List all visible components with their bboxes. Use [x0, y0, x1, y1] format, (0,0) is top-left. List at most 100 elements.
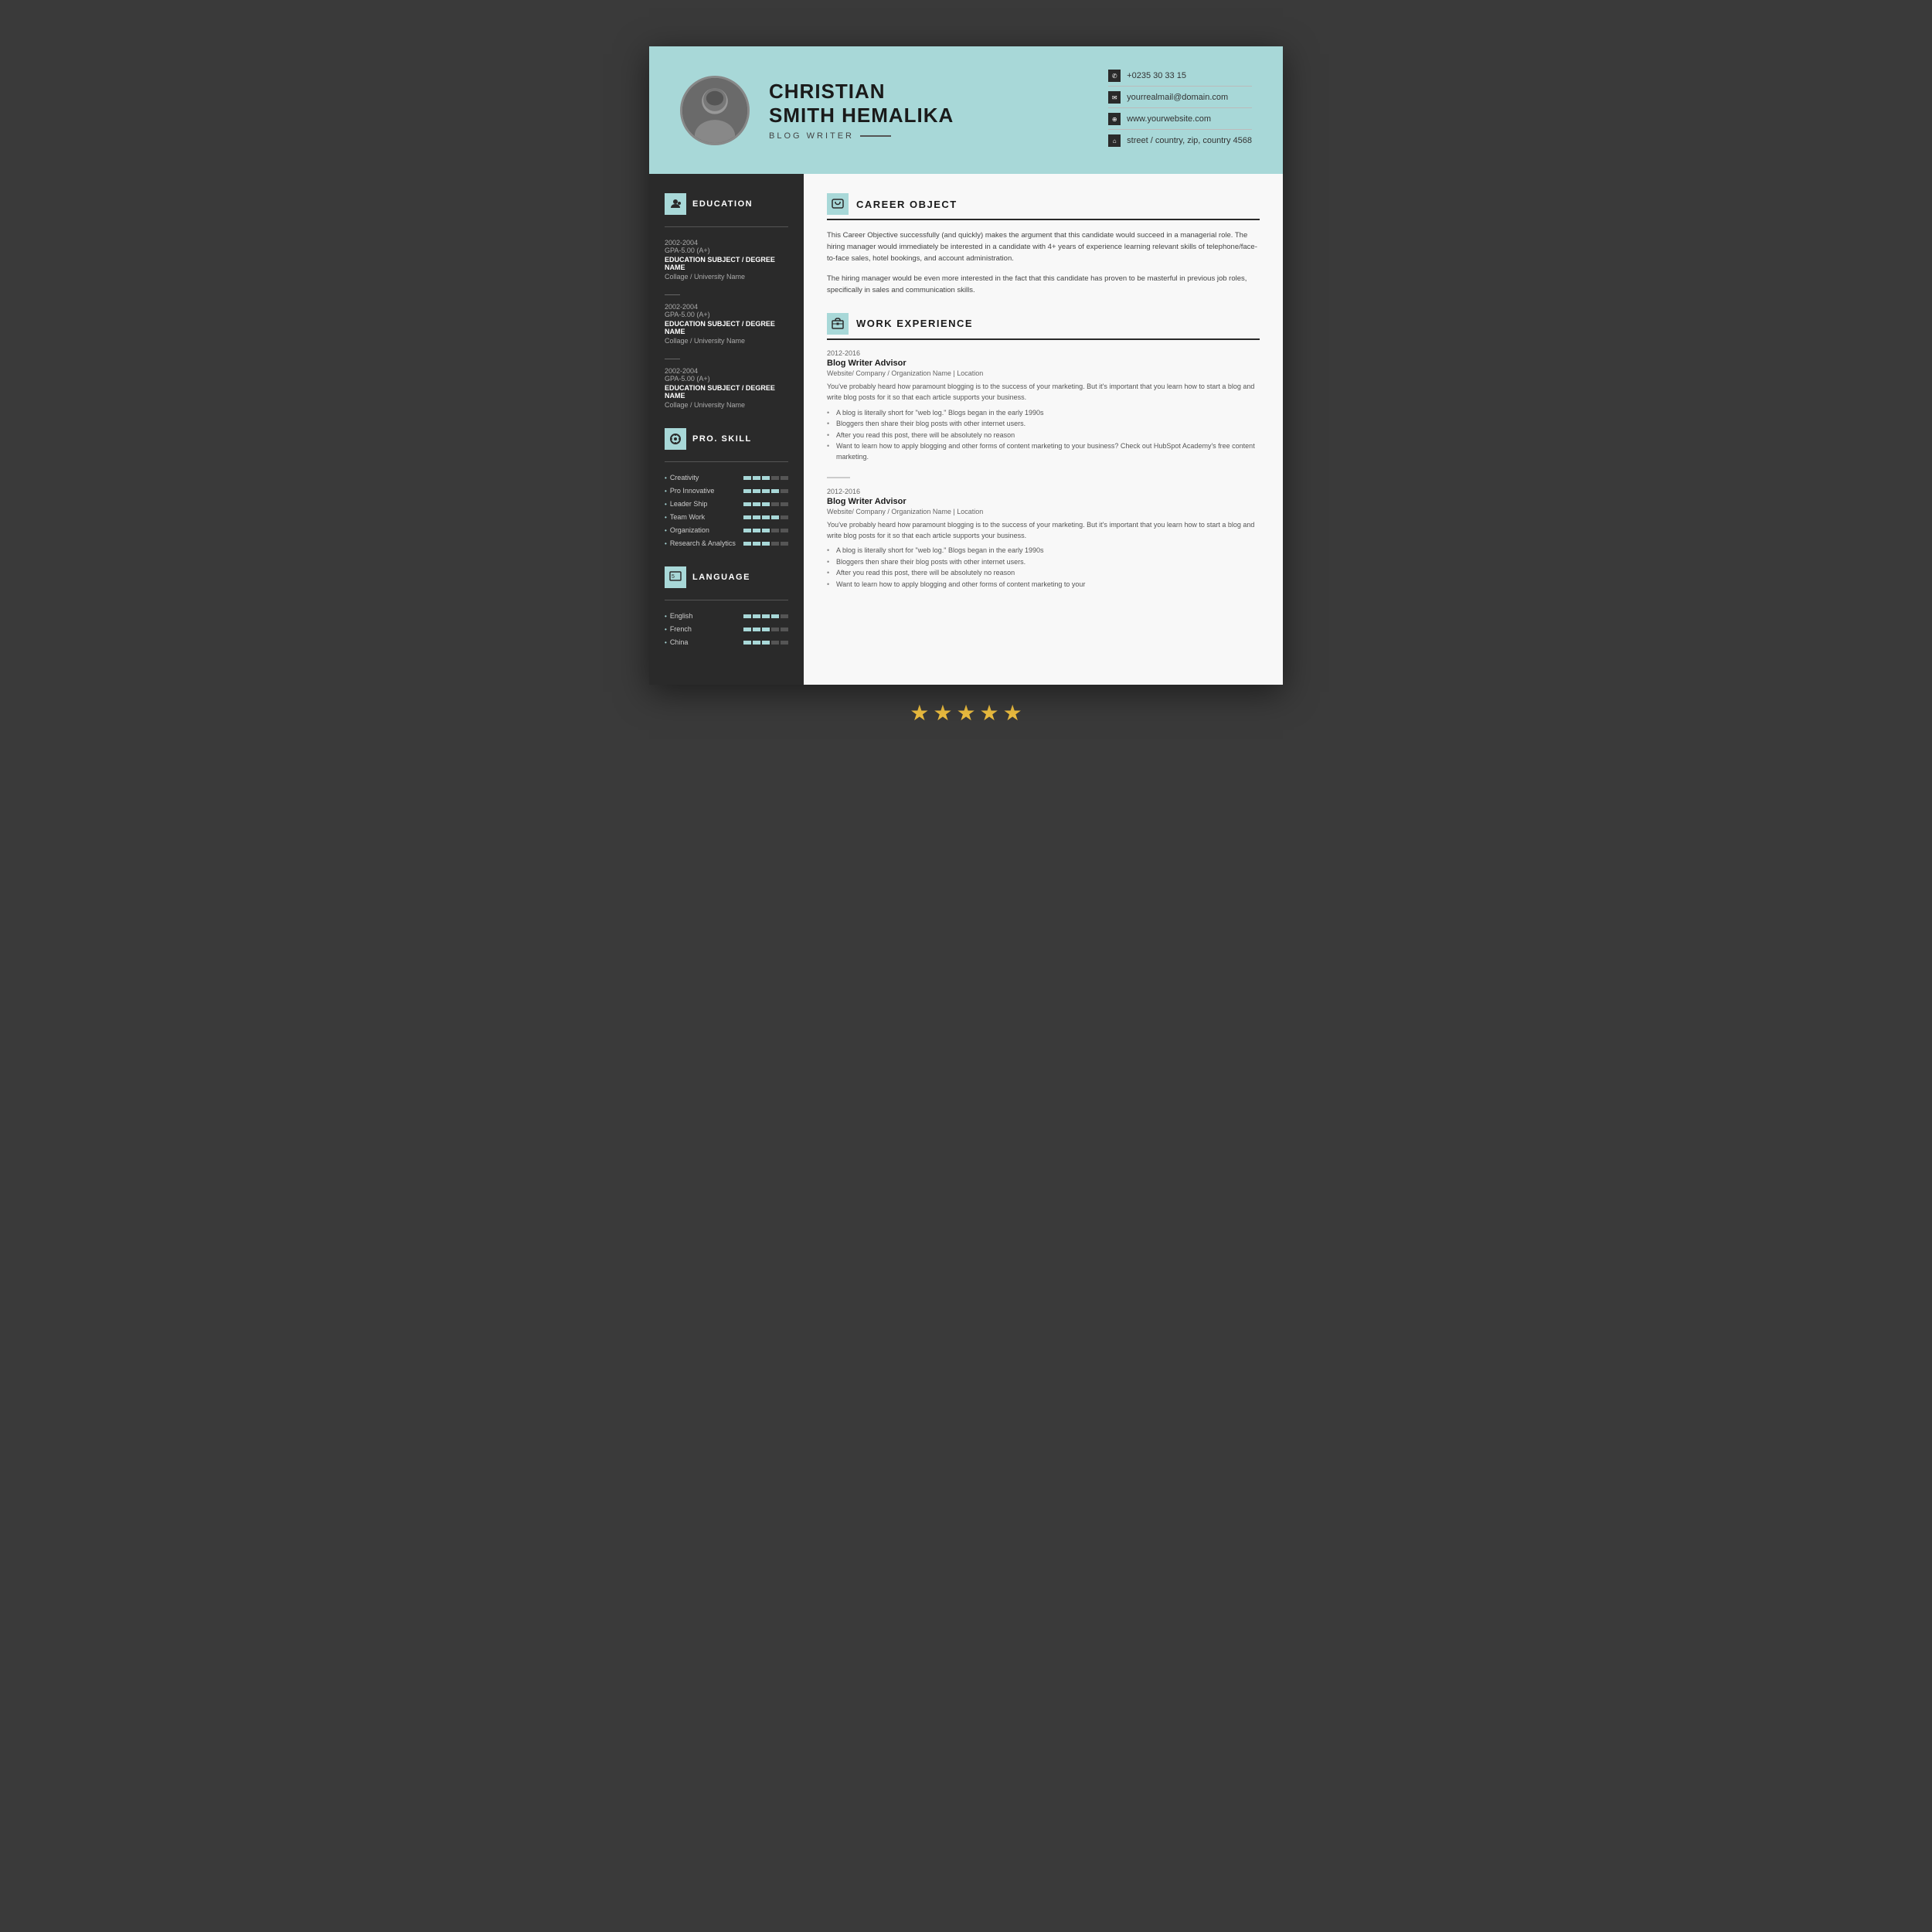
- edu-subject-2: EDUCATION SUBJECT / DEGREE NAME: [665, 320, 788, 335]
- star-5: ★: [1003, 700, 1022, 726]
- work-item-2: 2012-2016 Blog Writer Advisor Website/ C…: [827, 488, 1260, 590]
- skill-research-bar: [743, 542, 788, 546]
- language-icon: 5: [665, 566, 686, 588]
- skill-creativity: • Creativity: [665, 474, 788, 481]
- edu-item-2: 2002-2004 GPA-5.00 (A+) EDUCATION SUBJEC…: [665, 303, 788, 345]
- bullet-1-1: A blog is literally short for "web log."…: [827, 407, 1260, 418]
- language-label: LANGUAGE: [692, 573, 750, 582]
- resume-container: CHRISTIAN SMITH HEMALIKA BLOG WRITER ✆ +…: [649, 46, 1283, 685]
- work-divider: [827, 477, 850, 478]
- skill-teamwork-label: • Team Work: [665, 513, 705, 521]
- work-year-1: 2012-2016: [827, 349, 1260, 357]
- resume-body: EDUCATION 2002-2004 GPA-5.00 (A+) EDUCAT…: [649, 174, 1283, 685]
- skill-innovative-label: • Pro Innovative: [665, 487, 714, 495]
- career-title-row: CAREER OBJECT: [827, 193, 1260, 220]
- edu-subject-1: EDUCATION SUBJECT / DEGREE NAME: [665, 256, 788, 271]
- work-item-1: 2012-2016 Blog Writer Advisor Website/ C…: [827, 349, 1260, 463]
- lang-french-bar: [743, 628, 788, 631]
- work-icon: [827, 313, 849, 335]
- bullet-2-3: After you read this post, there will be …: [827, 567, 1260, 578]
- work-desc-2: You've probably heard how paramount blog…: [827, 519, 1260, 542]
- edu-year-3: 2002-2004: [665, 367, 788, 375]
- skill-divider: [665, 461, 788, 462]
- skill-icon: [665, 428, 686, 450]
- skill-title-row: PRO. SKILL: [665, 428, 788, 450]
- resume-header: CHRISTIAN SMITH HEMALIKA BLOG WRITER ✆ +…: [649, 46, 1283, 174]
- edu-divider: [665, 226, 788, 227]
- skill-leadership-bar: [743, 502, 788, 506]
- career-icon: [827, 193, 849, 215]
- skill-leadership-label: • Leader Ship: [665, 500, 707, 508]
- lang-french-label: • French: [665, 625, 692, 633]
- skill-creativity-bar: [743, 476, 788, 480]
- header-contact: ✆ +0235 30 33 15 ✉ yourrealmail@domain.c…: [1108, 70, 1252, 151]
- lang-english: • English: [665, 612, 788, 620]
- skill-research: • Research & Analytics: [665, 539, 788, 547]
- header-name-section: CHRISTIAN SMITH HEMALIKA BLOG WRITER: [769, 80, 1089, 141]
- star-2: ★: [933, 700, 952, 726]
- skill-organization: • Organization: [665, 526, 788, 534]
- career-label: CAREER OBJECT: [856, 199, 957, 210]
- education-title-row: EDUCATION: [665, 193, 788, 215]
- contact-address: ⌂ street / country, zip, country 4568: [1108, 134, 1252, 151]
- work-company-1: Website/ Company / Organization Name | L…: [827, 369, 1260, 377]
- edu-college-3: Collage / University Name: [665, 401, 788, 409]
- address-icon: ⌂: [1108, 134, 1121, 147]
- contact-website: ⊕ www.yourwebsite.com: [1108, 113, 1252, 130]
- star-3: ★: [956, 700, 975, 726]
- work-desc-1: You've probably heard how paramount blog…: [827, 381, 1260, 403]
- skill-section: PRO. SKILL • Creativity: [665, 428, 788, 547]
- education-section: EDUCATION 2002-2004 GPA-5.00 (A+) EDUCAT…: [665, 193, 788, 409]
- skill-label: PRO. SKILL: [692, 434, 752, 444]
- skill-innovative: • Pro Innovative: [665, 487, 788, 495]
- skill-research-label: • Research & Analytics: [665, 539, 736, 547]
- lang-english-label: • English: [665, 612, 692, 620]
- sidebar: EDUCATION 2002-2004 GPA-5.00 (A+) EDUCAT…: [649, 174, 804, 685]
- skill-organization-label: • Organization: [665, 526, 709, 534]
- star-1: ★: [910, 700, 929, 726]
- language-section: 5 LANGUAGE • English: [665, 566, 788, 646]
- edu-item-3: 2002-2004 GPA-5.00 (A+) EDUCATION SUBJEC…: [665, 367, 788, 409]
- bullet-1-2: Bloggers then share their blog posts wit…: [827, 418, 1260, 429]
- phone-icon: ✆: [1108, 70, 1121, 82]
- work-title-2: Blog Writer Advisor: [827, 497, 1260, 506]
- skill-creativity-label: • Creativity: [665, 474, 699, 481]
- edu-gpa-3: GPA-5.00 (A+): [665, 375, 788, 383]
- edu-gpa-2: GPA-5.00 (A+): [665, 311, 788, 318]
- main-content: CAREER OBJECT This Career Objective succ…: [804, 174, 1283, 685]
- work-title-row: WORK EXPERIENCE: [827, 313, 1260, 340]
- contact-email: ✉ yourrealmail@domain.com: [1108, 91, 1252, 108]
- education-icon: [665, 193, 686, 215]
- career-para-2: The hiring manager would be even more in…: [827, 273, 1260, 296]
- skill-innovative-bar: [743, 489, 788, 493]
- lang-china: • China: [665, 638, 788, 646]
- contact-phone: ✆ +0235 30 33 15: [1108, 70, 1252, 87]
- edu-year-2: 2002-2004: [665, 303, 788, 311]
- work-section: WORK EXPERIENCE 2012-2016 Blog Writer Ad…: [827, 313, 1260, 590]
- work-title-1: Blog Writer Advisor: [827, 359, 1260, 368]
- work-bullets-2: A blog is literally short for "web log."…: [827, 545, 1260, 590]
- skill-teamwork-bar: [743, 515, 788, 519]
- career-section: CAREER OBJECT This Career Objective succ…: [827, 193, 1260, 296]
- email-icon: ✉: [1108, 91, 1121, 104]
- lang-china-bar: [743, 641, 788, 645]
- bullet-2-1: A blog is literally short for "web log."…: [827, 545, 1260, 556]
- svg-text:5: 5: [672, 574, 675, 580]
- edu-college-1: Collage / University Name: [665, 273, 788, 281]
- edu-subject-3: EDUCATION SUBJECT / DEGREE NAME: [665, 384, 788, 400]
- bullet-2-4: Want to learn how to apply blogging and …: [827, 579, 1260, 590]
- title-line: [860, 135, 891, 137]
- lang-english-bar: [743, 614, 788, 618]
- bullet-1-4: Want to learn how to apply blogging and …: [827, 440, 1260, 463]
- full-name: CHRISTIAN SMITH HEMALIKA: [769, 80, 1089, 128]
- work-year-2: 2012-2016: [827, 488, 1260, 495]
- language-title-row: 5 LANGUAGE: [665, 566, 788, 588]
- edu-year-1: 2002-2004: [665, 239, 788, 247]
- edu-item-1: 2002-2004 GPA-5.00 (A+) EDUCATION SUBJEC…: [665, 239, 788, 281]
- website-icon: ⊕: [1108, 113, 1121, 125]
- star-4: ★: [980, 700, 999, 726]
- edu-sep-1: [665, 294, 680, 295]
- bullet-1-3: After you read this post, there will be …: [827, 430, 1260, 440]
- work-bullets-1: A blog is literally short for "web log."…: [827, 407, 1260, 463]
- lang-french: • French: [665, 625, 788, 633]
